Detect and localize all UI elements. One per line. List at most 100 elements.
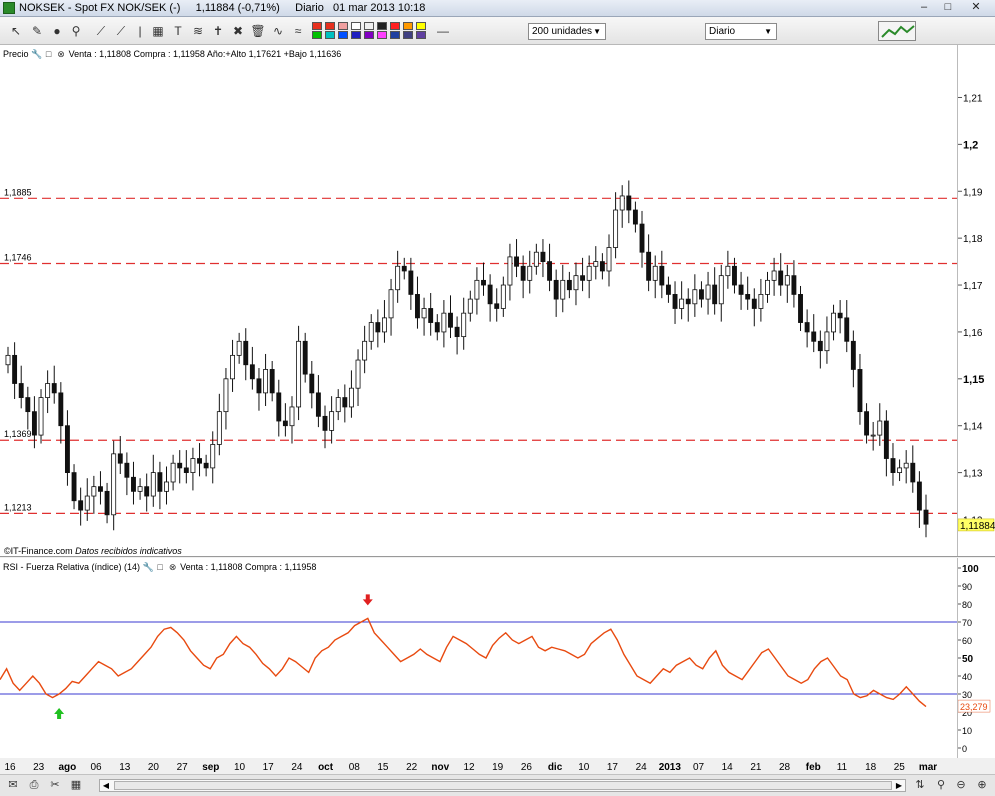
color-swatch[interactable] (364, 31, 374, 39)
ruler-icon[interactable]: ✎ (29, 23, 45, 39)
candle-body (864, 411, 870, 436)
units-select-value: 200 unidades (532, 26, 593, 37)
rsi-line (0, 617, 927, 708)
color-swatch[interactable] (312, 22, 322, 30)
candle-body (791, 275, 797, 295)
chart-zoom-icon[interactable]: ⇅ (912, 778, 928, 793)
mail-icon[interactable]: ✉ (5, 778, 21, 793)
candle-body (613, 209, 619, 248)
date-axis-label: 21 (750, 762, 762, 773)
candle-body (784, 275, 790, 286)
candle-body (751, 298, 757, 309)
color-swatch[interactable] (390, 31, 400, 39)
price-level-label: 1,1213 (4, 502, 32, 512)
wave-icon[interactable]: ≈ (290, 23, 306, 39)
candle-body (883, 420, 889, 459)
price-y-tick-label: 1,2 (963, 139, 978, 151)
color-swatch[interactable] (312, 31, 322, 39)
chart-scrollbar[interactable]: ◀ ▶ (99, 779, 906, 792)
minimize-icon[interactable]: – (914, 1, 934, 15)
units-select[interactable]: 200 unidades ▼ (528, 23, 606, 40)
color-swatch[interactable] (325, 31, 335, 39)
price-y-tick-label: 1,13 (963, 469, 983, 480)
trendline-icon[interactable]: ⟋ (93, 23, 109, 39)
candle-body (745, 294, 751, 300)
fibonacci-icon[interactable]: ≋ (190, 23, 206, 39)
color-swatch[interactable] (403, 22, 413, 30)
color-swatch[interactable] (338, 31, 348, 39)
text-icon[interactable]: T (170, 23, 186, 39)
sell-signal-arrow (362, 594, 373, 606)
candle-body (454, 326, 460, 338)
scissors-icon[interactable]: ✂ (47, 778, 63, 793)
candle-body (765, 279, 770, 295)
status-bar: ✉ ⎙ ✂ ▦ ◀ ▶ ⇅ ⚲ ⊖ ⊕ (0, 774, 995, 796)
chart-style-icon[interactable] (878, 21, 916, 41)
maximize-icon[interactable]: □ (938, 1, 958, 15)
scroll-thumb[interactable] (114, 781, 892, 790)
zoom-icon[interactable]: ⚲ (68, 23, 84, 39)
line-icon[interactable]: ⟋ (113, 23, 129, 39)
date-axis-label: 10 (234, 762, 246, 773)
date-axis-label: 06 (91, 762, 103, 773)
rsi-chart[interactable]: 100908070605040302010023,279 (0, 558, 995, 758)
candle-body (699, 289, 704, 300)
zoom-out-icon[interactable]: ⊖ (953, 778, 969, 793)
color-swatch[interactable] (364, 22, 374, 30)
candle-body (632, 209, 638, 225)
price-y-tick-label: 1,15 (963, 374, 984, 386)
price-chart[interactable]: 1,21 1,2 1,19 1,18 1,17 1,16 1,15 1,14 1,13 1,121… (0, 45, 995, 557)
tools-icon[interactable]: ✖ (230, 23, 246, 39)
candle-body (467, 298, 473, 314)
gann-icon[interactable]: ✝ (210, 23, 226, 39)
line-style-icon[interactable]: — (435, 23, 451, 39)
print-icon[interactable]: ⎙ (26, 778, 42, 793)
color-swatch[interactable] (416, 31, 426, 39)
candle-body (269, 369, 275, 394)
candle-body (183, 467, 189, 473)
calculator-icon[interactable]: ▦ (68, 778, 84, 793)
candle-body (84, 495, 90, 511)
candle-body (18, 383, 24, 398)
vertical-line-icon[interactable]: | (132, 23, 148, 39)
color-swatch[interactable] (416, 22, 426, 30)
trash-icon[interactable]: 🗑 (250, 23, 266, 39)
candle-body (461, 312, 467, 338)
candle-body (368, 322, 374, 342)
color-swatch[interactable] (338, 22, 348, 30)
candle-body (170, 462, 176, 483)
candle-body (573, 275, 579, 291)
timestamp: 01 mar 2013 10:18 (333, 2, 426, 14)
period-select[interactable]: Diario ▼ (705, 23, 777, 40)
zoom-in-icon[interactable]: ⊕ (974, 778, 990, 793)
color-swatch[interactable] (377, 22, 387, 30)
rsi-y-tick-label: 90 (962, 582, 972, 592)
color-swatch[interactable] (390, 22, 400, 30)
zigzag-icon[interactable]: ∿ (270, 23, 286, 39)
scroll-left-icon[interactable]: ◀ (100, 780, 112, 791)
candle-body (329, 411, 335, 431)
price-level-label: 1,1746 (4, 252, 32, 262)
candle-body (514, 256, 519, 267)
channel-icon[interactable]: ▦ (150, 23, 166, 39)
candle-body (732, 265, 737, 286)
drawing-toolbar: ↖ ✎ ● ⚲ ⟋ ⟋ | ▦ T ≋ ✝ ✖ 🗑 ∿ ≈ — 200 unid… (0, 17, 995, 45)
spot-icon[interactable]: ● (49, 23, 65, 39)
pointer-icon[interactable]: ↖ (8, 23, 24, 39)
candle-body (646, 251, 652, 281)
scroll-right-icon[interactable]: ▶ (893, 780, 905, 791)
color-swatch[interactable] (351, 22, 361, 30)
rsi-axis-separator (957, 558, 958, 758)
close-icon[interactable]: ✕ (962, 1, 990, 15)
color-swatch[interactable] (351, 31, 361, 39)
candle-body (381, 317, 387, 333)
color-swatch[interactable] (377, 31, 387, 39)
color-swatch[interactable] (403, 31, 413, 39)
candle-body (593, 261, 599, 267)
instrument-title: NOKSEK - Spot FX NOK/SEK (-) (19, 2, 181, 14)
candle-body (560, 279, 566, 300)
candle-body (388, 289, 394, 319)
search-icon[interactable]: ⚲ (933, 778, 949, 793)
color-swatch[interactable] (325, 22, 335, 30)
date-axis-label: 15 (377, 762, 389, 773)
